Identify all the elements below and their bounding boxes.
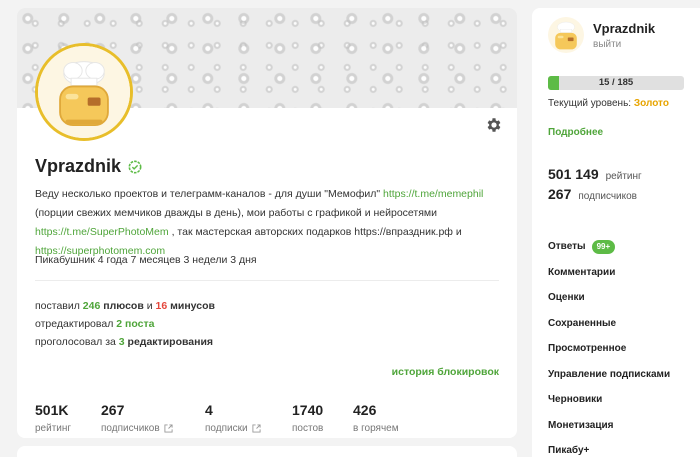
activity-text: плюсов — [100, 300, 144, 312]
votes-line: поставил 246 плюсов и 16 минусов — [35, 297, 215, 315]
profile-username: Vprazdnik — [35, 156, 142, 177]
activity-text: редактирования — [124, 336, 214, 348]
menu-item-saved[interactable]: Сохраненные — [548, 311, 698, 337]
stat-subscriptions[interactable]: 4 подписки — [205, 402, 261, 434]
toaster-chef-avatar-icon — [548, 17, 584, 53]
menu-item-ratings[interactable]: Оценки — [548, 285, 698, 311]
stat-value: 4 — [205, 402, 213, 418]
bio-text: (порции свежих мемчиков дважды в день), … — [35, 207, 437, 219]
stat-label: подписчиков — [101, 423, 173, 434]
verified-badge-icon — [128, 160, 142, 174]
stat-value: 426 — [353, 402, 377, 418]
stat-label: в горячем — [353, 423, 399, 434]
menu-item-label: Просмотренное — [548, 343, 627, 355]
sidebar-rating-value: 501 149 — [548, 166, 599, 182]
stat-value: 1740 — [292, 402, 324, 418]
username-text: Vprazdnik — [35, 156, 122, 176]
level-details-link[interactable]: Подробнее — [548, 127, 603, 138]
stat-label-text: рейтинг — [35, 423, 72, 434]
edited-posts-count: 2 поста — [116, 318, 155, 330]
sidebar-subscribers-label: подписчиков — [578, 191, 637, 202]
bio-link-memephil[interactable]: https://t.me/memephil — [383, 188, 483, 200]
menu-item-label: Пикабу+ — [548, 445, 590, 457]
stat-label-text: постов — [292, 423, 324, 434]
sidebar-menu: Ответы 99+ Комментарии Оценки Сохраненны… — [548, 234, 698, 457]
profile-bio: Веду несколько проектов и телеграмм-кана… — [35, 185, 497, 261]
bio-text: , так мастерская авторских подарков http… — [168, 226, 462, 238]
toaster-chef-avatar-icon — [38, 46, 130, 138]
edits-line: отредактировал 2 поста — [35, 315, 215, 333]
stat-label: постов — [292, 423, 323, 434]
stat-label-text: подписки — [205, 423, 248, 434]
sidebar-username[interactable]: Vprazdnik — [593, 21, 655, 36]
level-progress-bar: 15 / 185 — [548, 76, 684, 90]
activity-text: и — [143, 300, 156, 312]
profile-avatar[interactable] — [35, 43, 133, 141]
stat-value: 267 — [101, 402, 125, 418]
menu-item-label: Оценки — [548, 292, 585, 304]
activity-text: поставил — [35, 300, 83, 312]
sidebar-rating-label: рейтинг — [605, 171, 642, 182]
menu-item-monetization[interactable]: Монетизация — [548, 413, 698, 439]
activity-summary: поставил 246 плюсов и 16 минусов отредак… — [35, 297, 215, 351]
sidebar-rating: 501 149 рейтинг — [548, 166, 642, 182]
logout-link[interactable]: выйти — [593, 39, 621, 50]
menu-item-comments[interactable]: Комментарии — [548, 260, 698, 286]
menu-item-pikabu-plus[interactable]: Пикабу+ — [548, 438, 698, 457]
ban-history-link[interactable]: история блокировок — [392, 366, 499, 378]
answers-count-badge: 99+ — [591, 239, 616, 254]
stat-subscribers[interactable]: 267 подписчиков — [101, 402, 173, 434]
level-value: Золото — [633, 98, 669, 109]
activity-text: минусов — [167, 300, 215, 312]
bio-text: Веду несколько проектов и телеграмм-кана… — [35, 188, 383, 200]
stat-value: 501K — [35, 402, 69, 418]
menu-item-label: Комментарии — [548, 266, 616, 278]
settings-gear-icon[interactable] — [485, 116, 503, 134]
menu-item-label: Ответы — [548, 241, 586, 253]
menu-item-drafts[interactable]: Черновики — [548, 387, 698, 413]
menu-item-manage-subscriptions[interactable]: Управление подписками — [548, 362, 698, 388]
stat-posts: 1740 постов — [292, 402, 323, 434]
stat-label: рейтинг — [35, 423, 71, 434]
menu-item-label: Монетизация — [548, 419, 614, 431]
menu-item-label: Черновики — [548, 394, 603, 406]
activity-text: отредактировал — [35, 318, 117, 330]
sidebar-subscribers-value: 267 — [548, 186, 572, 202]
stat-label: подписки — [205, 423, 261, 434]
stat-rating: 501K рейтинг — [35, 402, 71, 434]
sidebar-avatar[interactable] — [548, 17, 584, 53]
pluses-count: 246 — [82, 300, 101, 312]
menu-item-answers[interactable]: Ответы 99+ — [548, 234, 698, 260]
profile-tenure: Пикабушник 4 года 7 месяцев 3 недели 3 д… — [35, 254, 257, 266]
sidebar-subscribers: 267 подписчиков — [548, 186, 637, 202]
stat-label-text: в горячем — [353, 423, 399, 434]
menu-item-label: Управление подписками — [548, 368, 671, 380]
stat-hot: 426 в горячем — [353, 402, 399, 434]
divider — [35, 280, 499, 281]
minuses-count: 16 — [155, 300, 168, 312]
profile-stats: 501K рейтинг 267 подписчиков 4 подписки … — [35, 402, 499, 438]
level-label: Текущий уровень: — [548, 98, 634, 109]
edit-votes-line: проголосовал за 3 редактирования — [35, 333, 215, 351]
menu-item-viewed[interactable]: Просмотренное — [548, 336, 698, 362]
stat-label-text: подписчиков — [101, 423, 160, 434]
profile-card: Vprazdnik Веду несколько проектов и теле… — [17, 8, 517, 438]
bio-link-superphotomem-tg[interactable]: https://t.me/SuperPhotoMem — [35, 226, 169, 238]
current-level: Текущий уровень: Золото — [548, 98, 669, 109]
next-card-edge — [17, 446, 517, 457]
activity-text: проголосовал за — [35, 336, 119, 348]
user-sidebar: Vprazdnik выйти 15 / 185 Текущий уровень… — [532, 8, 700, 457]
external-link-icon — [164, 424, 173, 433]
menu-item-label: Сохраненные — [548, 317, 617, 329]
level-progress-text: 15 / 185 — [598, 77, 634, 88]
external-link-icon — [252, 424, 261, 433]
